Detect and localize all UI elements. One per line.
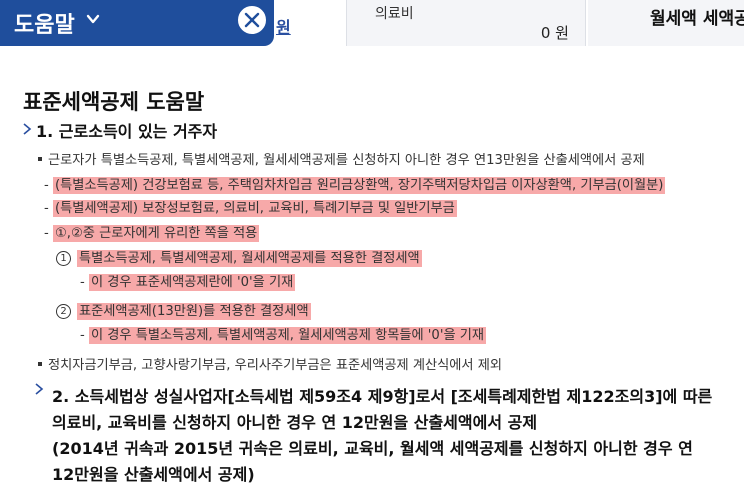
option-1: 1 특별소득공제, 특별세액공제, 월세세액공제를 적용한 결정세액 [56, 247, 422, 267]
section2-line1: 2. 소득세법상 성실사업자[소득세법 제59조4 제9항]로서 [조세특례제한… [52, 387, 713, 406]
dash: - [80, 275, 89, 290]
monthly-rent-panel: 월세액 세액공제 [588, 0, 744, 46]
option-1-text: 특별소득공제, 특별세액공제, 월세세액공제를 적용한 결정세액 [77, 250, 422, 267]
chevron-right-icon [35, 383, 44, 395]
dash: - [44, 201, 53, 216]
option-2-note-text: 이 경우 특별소득공제, 특별세액공제, 월세세액공제 항목들에 '0'을 기재 [88, 327, 487, 344]
top-bar: 원 의료비 0 원 월세액 세액공제 도움말 [0, 0, 744, 52]
section1-bullet1: 근로자가 특별소득공제, 특별세액공제, 월세세액공제를 신청하지 아니한 경우… [48, 153, 645, 168]
bullet-dot [38, 157, 42, 161]
help-dropdown[interactable]: 도움말 [0, 0, 274, 46]
bullet-dot [38, 362, 42, 366]
medical-expense-field: 의료비 0 원 [346, 0, 586, 46]
sub1-text: (특별소득공제) 건강보험료 등, 주택임차차입금 원리금상환액, 장기주택저당… [52, 177, 666, 194]
dash: - [80, 328, 89, 343]
monthly-rent-title: 월세액 세액공제 [650, 9, 744, 29]
option-1-number: 1 [56, 251, 71, 266]
chevron-down-icon [86, 14, 100, 24]
help-content: 표준세액공제 도움말 1. 근로소득이 있는 거주자 근로자가 특별소득공제, … [0, 52, 744, 500]
medical-expense-label: 의료비 [375, 6, 414, 22]
help-title: 도움말 [14, 13, 75, 38]
option-1-note-text: 이 경우 표준세액공제란에 '0'을 기재 [88, 274, 296, 291]
option-2-note: - 이 경우 특별소득공제, 특별세액공제, 월세세액공제 항목들에 '0'을 … [80, 324, 487, 344]
section1-bullet2: 정치자금기부금, 고향사랑기부금, 우리사주기부금은 표준세액공제 계산식에서 … [48, 358, 502, 373]
medical-expense-value: 0 원 [540, 24, 569, 42]
close-icon [244, 12, 260, 28]
sub3-text: ①,②중 근로자에게 유리한 쪽을 적용 [52, 225, 260, 242]
section2-line2: 의료비, 교육비를 신청하지 아니한 경우 연 12만원을 산출세액에서 공제 [52, 413, 538, 432]
dash: - [44, 178, 53, 193]
close-button[interactable] [236, 4, 268, 36]
section2: 2. 소득세법상 성실사업자[소득세법 제59조4 제9항]로서 [조세특례제한… [52, 384, 742, 488]
section1-title: 1. 근로소득이 있는 거주자 [36, 122, 218, 141]
option-2-number: 2 [56, 304, 71, 319]
won-link[interactable]: 원 [276, 14, 291, 38]
chevron-right-icon [23, 123, 32, 135]
option-2: 2 표준세액공제(13만원)를 적용한 결정세액 [56, 300, 311, 320]
option-2-text: 표준세액공제(13만원)를 적용한 결정세액 [77, 303, 311, 320]
sub2-text: (특별세액공제) 보장성보험료, 의료비, 교육비, 특례기부금 및 일반기부금 [52, 200, 457, 217]
dash: - [44, 226, 53, 241]
section2-line3: (2014년 귀속과 2015년 귀속은 의료비, 교육비, 월세액 세액공제를… [52, 439, 693, 458]
sub-item-choice: - ①,②중 근로자에게 유리한 쪽을 적용 [44, 222, 260, 242]
sub-item-special-tax-credit: - (특별세액공제) 보장성보험료, 의료비, 교육비, 특례기부금 및 일반기… [44, 197, 457, 217]
option-1-note: - 이 경우 표준세액공제란에 '0'을 기재 [80, 271, 296, 291]
page-title: 표준세액공제 도움말 [23, 90, 205, 114]
sub-item-special-income-deduction: - (특별소득공제) 건강보험료 등, 주택임차차입금 원리금상환액, 장기주택… [44, 174, 666, 194]
section2-line4: 12만원을 산출세액에서 공제) [52, 465, 255, 484]
